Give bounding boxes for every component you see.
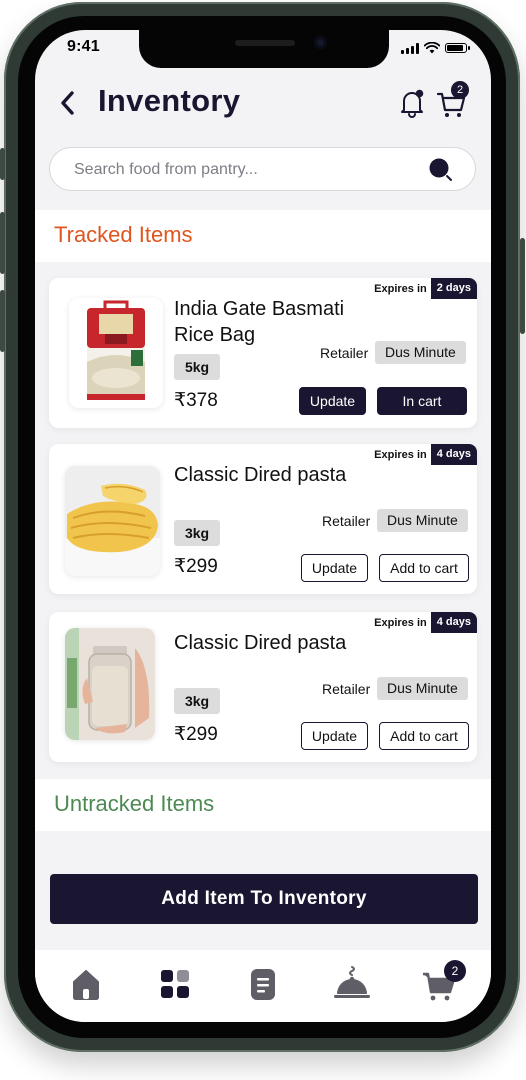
expiry-label: Expires in xyxy=(374,282,427,295)
retailer-label: Retailer xyxy=(322,513,371,529)
nav-recipes[interactable] xyxy=(332,964,372,1004)
bell-icon xyxy=(401,89,424,118)
nav-home[interactable] xyxy=(66,964,106,1004)
notch xyxy=(139,30,389,68)
header: Inventory 2 xyxy=(35,80,491,130)
chevron-left-icon xyxy=(61,91,74,115)
in-cart-button[interactable]: In cart xyxy=(377,387,467,415)
search-icon xyxy=(429,158,452,181)
cloche-icon xyxy=(334,966,370,998)
side-button-volume-up xyxy=(0,212,5,274)
status-time: 9:41 xyxy=(67,38,100,55)
grid-icon xyxy=(161,970,189,998)
item-name: Classic Dired pasta xyxy=(174,632,347,654)
retailer-tag: Dus Minute xyxy=(377,677,468,700)
add-to-cart-button[interactable]: Add to cart xyxy=(379,554,469,582)
search-button[interactable] xyxy=(429,158,453,182)
quantity-tag: 5kg xyxy=(174,354,220,380)
tracked-items-header: Tracked Items xyxy=(35,210,491,262)
tracked-items-title: Tracked Items xyxy=(54,222,193,247)
search-bar xyxy=(49,147,476,192)
list-icon xyxy=(251,969,275,1000)
update-button[interactable]: Update xyxy=(301,554,368,582)
jar-image xyxy=(65,628,155,740)
quantity-tag: 3kg xyxy=(174,520,220,546)
cart-count-badge: 2 xyxy=(451,81,469,99)
item-price: ₹299 xyxy=(174,556,218,577)
expiry-days: 2 days xyxy=(430,278,477,299)
expiry-label: Expires in xyxy=(374,616,427,629)
expiry-days: 4 days xyxy=(430,444,477,465)
product-image xyxy=(65,466,160,576)
speaker xyxy=(235,40,295,46)
item-price: ₹299 xyxy=(174,724,218,745)
rice-bag-image xyxy=(69,298,163,408)
wifi-icon xyxy=(424,42,440,54)
inventory-card: Expires in 4 days Classic Dired pasta 3k… xyxy=(49,612,477,762)
inventory-card: Expires in 2 days India Gate Basmati Ric… xyxy=(49,278,477,428)
inventory-card: Expires in 4 days Classic Dired pasta 3k… xyxy=(49,444,477,594)
nav-cart[interactable]: 2 xyxy=(419,960,466,1004)
search-input[interactable] xyxy=(72,148,416,192)
untracked-items-title: Untracked Items xyxy=(54,791,215,816)
nav-cart-badge: 2 xyxy=(444,960,466,982)
pasta-image xyxy=(65,466,160,576)
side-button-volume-down xyxy=(0,290,5,352)
page-title: Inventory xyxy=(98,83,241,118)
battery-icon xyxy=(445,43,470,53)
home-icon xyxy=(73,970,99,1000)
nav-list[interactable] xyxy=(243,964,283,1004)
update-button[interactable]: Update xyxy=(299,387,366,415)
signal-icon xyxy=(401,42,419,54)
status-icons xyxy=(401,42,470,54)
item-name: Classic Dired pasta xyxy=(174,464,347,486)
front-camera xyxy=(314,36,327,49)
bottom-nav: 2 xyxy=(35,950,491,1022)
app-screen: 9:41 Inventory 2 Search food from pantry… xyxy=(35,30,491,1022)
retailer-tag: Dus Minute xyxy=(377,509,468,532)
notifications-button[interactable] xyxy=(397,86,427,120)
untracked-items-header[interactable]: Untracked Items xyxy=(35,779,491,831)
add-to-cart-button[interactable]: Add to cart xyxy=(379,722,469,750)
product-image xyxy=(69,298,163,408)
expiry-badge: Expires in 2 days xyxy=(374,278,477,299)
retailer-label: Retailer xyxy=(320,345,369,361)
side-button-power xyxy=(520,238,525,334)
item-price: ₹378 xyxy=(174,390,218,411)
expiry-days: 4 days xyxy=(430,612,477,633)
header-cart-button[interactable]: 2 xyxy=(435,81,469,120)
retailer-label: Retailer xyxy=(322,681,371,697)
nav-inventory[interactable] xyxy=(155,964,195,1004)
add-item-button[interactable]: Add Item To Inventory xyxy=(50,874,478,924)
product-image xyxy=(65,628,155,740)
expiry-label: Expires in xyxy=(374,448,427,461)
retailer-tag: Dus Minute xyxy=(375,341,466,364)
update-button[interactable]: Update xyxy=(301,722,368,750)
back-button[interactable] xyxy=(53,88,83,118)
quantity-tag: 3kg xyxy=(174,688,220,714)
side-button-mute xyxy=(0,148,5,180)
item-name: India Gate Basmati Rice Bag xyxy=(174,298,345,346)
